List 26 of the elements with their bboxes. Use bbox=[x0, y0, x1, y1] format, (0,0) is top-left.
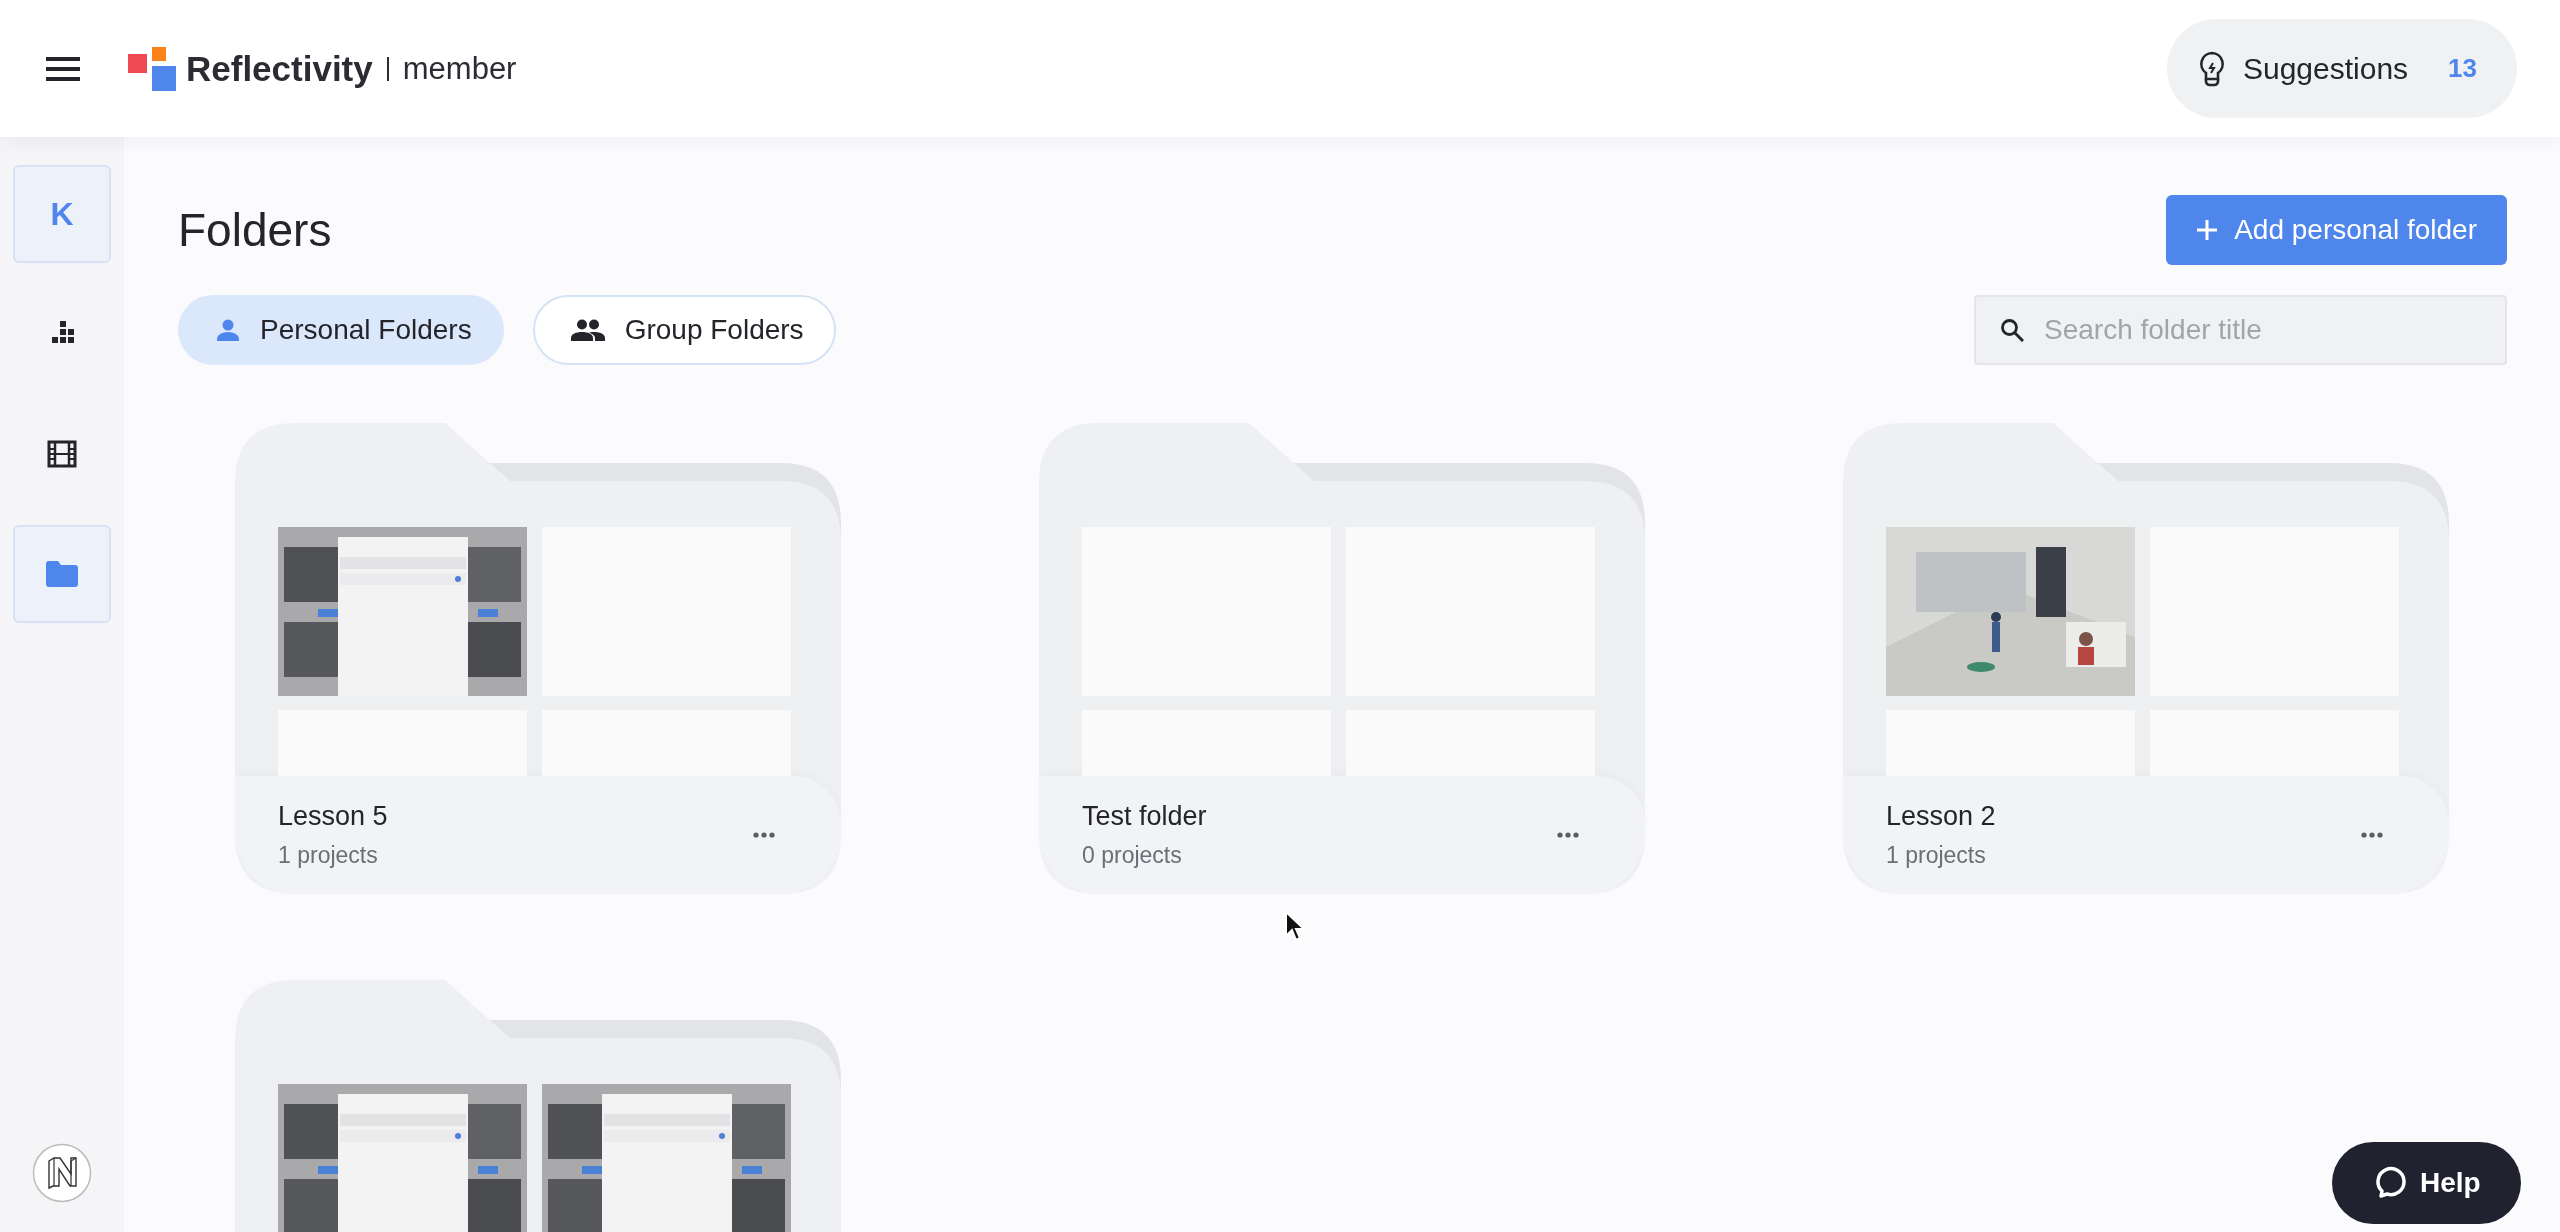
group-icon bbox=[570, 319, 605, 341]
page-title: Folders bbox=[178, 202, 332, 258]
add-folder-button[interactable]: Add personal folder bbox=[2166, 195, 2507, 265]
person-icon bbox=[216, 318, 240, 342]
folder-name[interactable]: Test folder bbox=[1082, 801, 1551, 832]
search-icon bbox=[2000, 318, 2024, 342]
folder-tab[interactable]: Group Folders bbox=[532, 295, 836, 365]
menu-icon[interactable] bbox=[46, 55, 80, 82]
suggestions-count: 13 bbox=[2448, 53, 2477, 84]
folder-icon bbox=[46, 561, 78, 587]
search-field[interactable]: Search folder title bbox=[1974, 295, 2507, 365]
project-count: 1 projects bbox=[1886, 842, 1987, 869]
project-count: 0 projects bbox=[1082, 842, 1183, 869]
plus-icon bbox=[2196, 219, 2219, 241]
folder-name[interactable]: Lesson 2 bbox=[1886, 801, 2355, 832]
lightbulb-icon bbox=[2198, 50, 2225, 87]
brand-name: Reflectivity bbox=[186, 48, 373, 89]
help-button[interactable]: Help bbox=[2332, 1142, 2521, 1224]
user-role: member bbox=[402, 50, 517, 87]
suggestions-button[interactable]: Suggestions 13 bbox=[2166, 19, 2517, 118]
folder-tab[interactable]: Personal Folders bbox=[178, 295, 504, 365]
folder-name[interactable]: Lesson 5 bbox=[278, 801, 747, 832]
project-count: 1 projects bbox=[278, 842, 379, 869]
brand-logo-icon bbox=[32, 1143, 92, 1203]
film-icon bbox=[47, 440, 77, 468]
logo-icon bbox=[128, 46, 176, 91]
